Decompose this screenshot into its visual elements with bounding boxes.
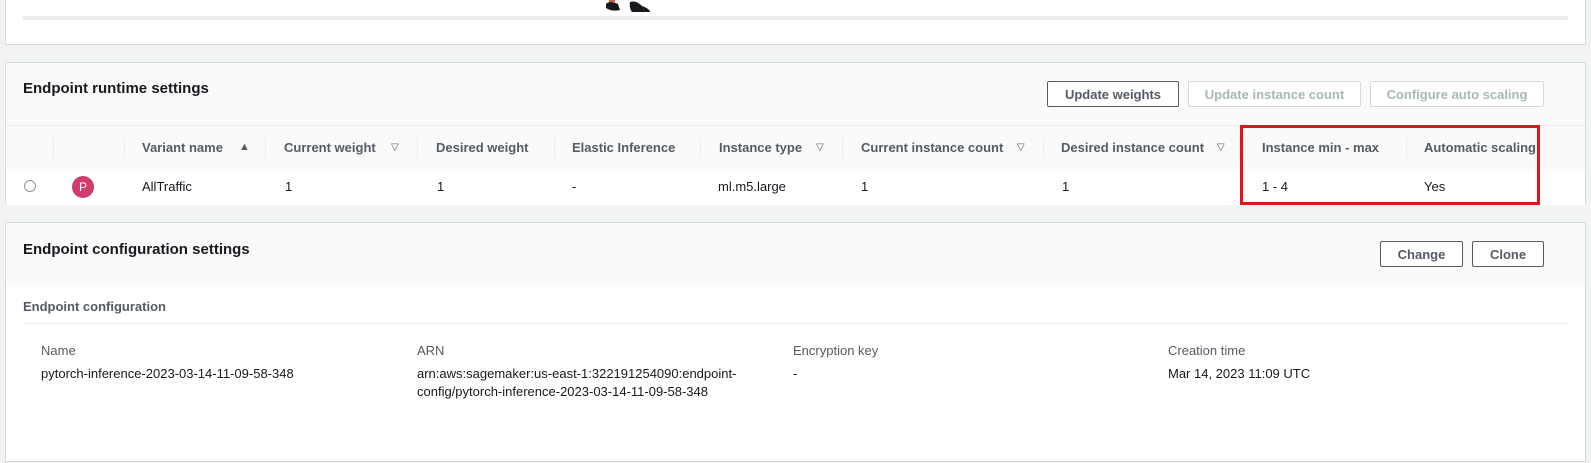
column-elastic-inference: Elastic Inference: [572, 140, 676, 155]
runtime-header: Endpoint runtime settings Update weights…: [6, 63, 1585, 125]
arn-value-line-1: arn:aws:sagemaker:us-east-1:322191254090…: [417, 366, 737, 381]
arn-value-line-2: config/pytorch-inference-2023-03-14-11-0…: [417, 384, 708, 399]
creation-time-label: Creation time: [1168, 343, 1246, 358]
name-label: Name: [41, 343, 76, 358]
config-header: Endpoint configuration settings Change C…: [6, 223, 1585, 287]
column-separator: [1406, 138, 1407, 158]
encryption-key-value: -: [793, 366, 798, 381]
arn-label: ARN: [417, 343, 445, 358]
config-title: Endpoint configuration settings: [23, 241, 250, 258]
column-current-weight[interactable]: Current weight: [284, 126, 376, 169]
section-label: Endpoint configuration: [23, 299, 166, 314]
progress-track: [23, 16, 1568, 20]
arn-value: arn:aws:sagemaker:us-east-1:322191254090…: [417, 365, 736, 401]
column-separator: [1243, 138, 1244, 158]
configure-auto-scaling-button[interactable]: Configure auto scaling: [1370, 81, 1544, 107]
runtime-title: Endpoint runtime settings: [23, 80, 209, 97]
current-weight-cell: 1: [285, 179, 293, 194]
config-settings-panel: Endpoint configuration settings Change C…: [5, 222, 1586, 462]
row-select-radio[interactable]: [24, 180, 36, 192]
desired-instance-count-cell: 1: [1062, 179, 1070, 194]
column-variant-name[interactable]: Variant name: [142, 126, 223, 169]
column-automatic-scaling: Automatic scaling: [1424, 140, 1536, 155]
column-separator: [124, 138, 125, 158]
sort-caret-icon[interactable]: ▽: [1017, 126, 1025, 169]
update-weights-button[interactable]: Update weights: [1047, 81, 1179, 107]
desired-weight-cell: 1: [437, 179, 445, 194]
column-separator: [700, 138, 701, 158]
name-value: pytorch-inference-2023-03-14-11-09-58-34…: [41, 366, 294, 381]
column-desired-instance-count[interactable]: Desired instance count: [1061, 126, 1204, 169]
column-separator: [842, 138, 843, 158]
elastic-inference-cell: -: [572, 179, 577, 194]
column-instance-min-max: Instance min - max: [1262, 140, 1380, 155]
clone-button[interactable]: Clone: [1472, 241, 1544, 267]
column-separator: [1043, 138, 1044, 158]
production-variant-badge: P: [72, 176, 94, 198]
column-desired-weight: Desired weight: [436, 140, 529, 155]
encryption-key-label: Encryption key: [793, 343, 879, 358]
sort-caret-icon[interactable]: ▽: [816, 126, 824, 169]
variants-table-header: Variant name ▲ Current weight ▽ Desired …: [6, 125, 1585, 170]
column-separator: [265, 138, 266, 158]
instance-min-max-cell: 1 - 4: [1262, 179, 1289, 194]
creation-time-value: Mar 14, 2023 11:09 UTC: [1168, 366, 1311, 381]
column-instance-type[interactable]: Instance type: [719, 126, 802, 169]
column-separator: [554, 138, 555, 158]
illustration-feet-icon: [606, 0, 650, 12]
sort-caret-icon[interactable]: ▽: [1217, 126, 1225, 169]
top-panel: [5, 0, 1586, 45]
column-separator: [417, 138, 418, 158]
section-divider: [23, 323, 1568, 324]
change-button[interactable]: Change: [1380, 241, 1463, 267]
table-row[interactable]: P AllTraffic 1 1 - ml.m5.large 1 1 1 - 4…: [6, 169, 1585, 205]
sort-ascending-icon[interactable]: ▲: [239, 126, 250, 169]
sort-caret-icon[interactable]: ▽: [391, 126, 399, 169]
update-instance-count-button[interactable]: Update instance count: [1188, 81, 1361, 107]
current-instance-count-cell: 1: [861, 179, 869, 194]
automatic-scaling-cell: Yes: [1424, 179, 1446, 194]
runtime-settings-panel: Endpoint runtime settings Update weights…: [5, 62, 1586, 205]
column-current-instance-count[interactable]: Current instance count: [861, 126, 1003, 169]
variant-name-cell: AllTraffic: [142, 179, 192, 194]
instance-type-cell: ml.m5.large: [718, 179, 786, 194]
column-separator: [53, 138, 54, 158]
